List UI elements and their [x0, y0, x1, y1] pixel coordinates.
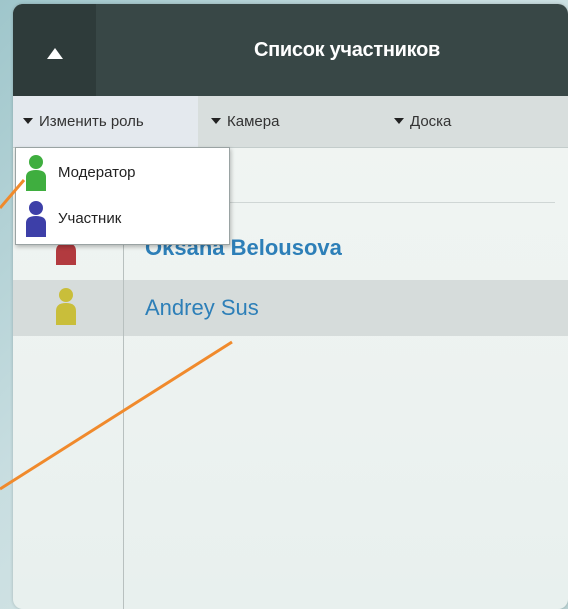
board-label: Доска — [410, 113, 452, 130]
role-dropdown: Модератор Участник — [15, 147, 230, 245]
person-icon — [56, 288, 76, 325]
role-participant-label: Участник — [58, 210, 122, 227]
caret-down-icon — [211, 118, 221, 125]
toolbar: Изменить роль Камера Доска — [13, 96, 568, 148]
role-participant-option[interactable]: Участник — [16, 196, 229, 242]
change-role-menu[interactable]: Изменить роль — [13, 96, 198, 147]
panel-title: Список участников — [253, 39, 441, 61]
role-moderator-option[interactable]: Модератор — [16, 150, 229, 196]
board-menu[interactable]: Доска — [394, 96, 451, 147]
panel-header: Список участников — [13, 4, 568, 96]
person-icon — [26, 201, 46, 237]
participant-row-selected[interactable]: Andrey Sus — [13, 280, 568, 336]
camera-menu[interactable]: Камера — [211, 96, 279, 147]
caret-down-icon — [23, 118, 33, 125]
triangle-up-icon — [47, 48, 63, 59]
collapse-button[interactable] — [13, 4, 96, 96]
participants-panel: Список участников Изменить роль Камера Д… — [13, 4, 568, 609]
caret-down-icon — [394, 118, 404, 125]
role-moderator-label: Модератор — [58, 164, 136, 181]
camera-label: Камера — [227, 113, 280, 130]
person-icon — [26, 155, 46, 191]
participant-name[interactable]: Andrey Sus — [145, 280, 259, 336]
change-role-label: Изменить роль — [39, 113, 144, 130]
